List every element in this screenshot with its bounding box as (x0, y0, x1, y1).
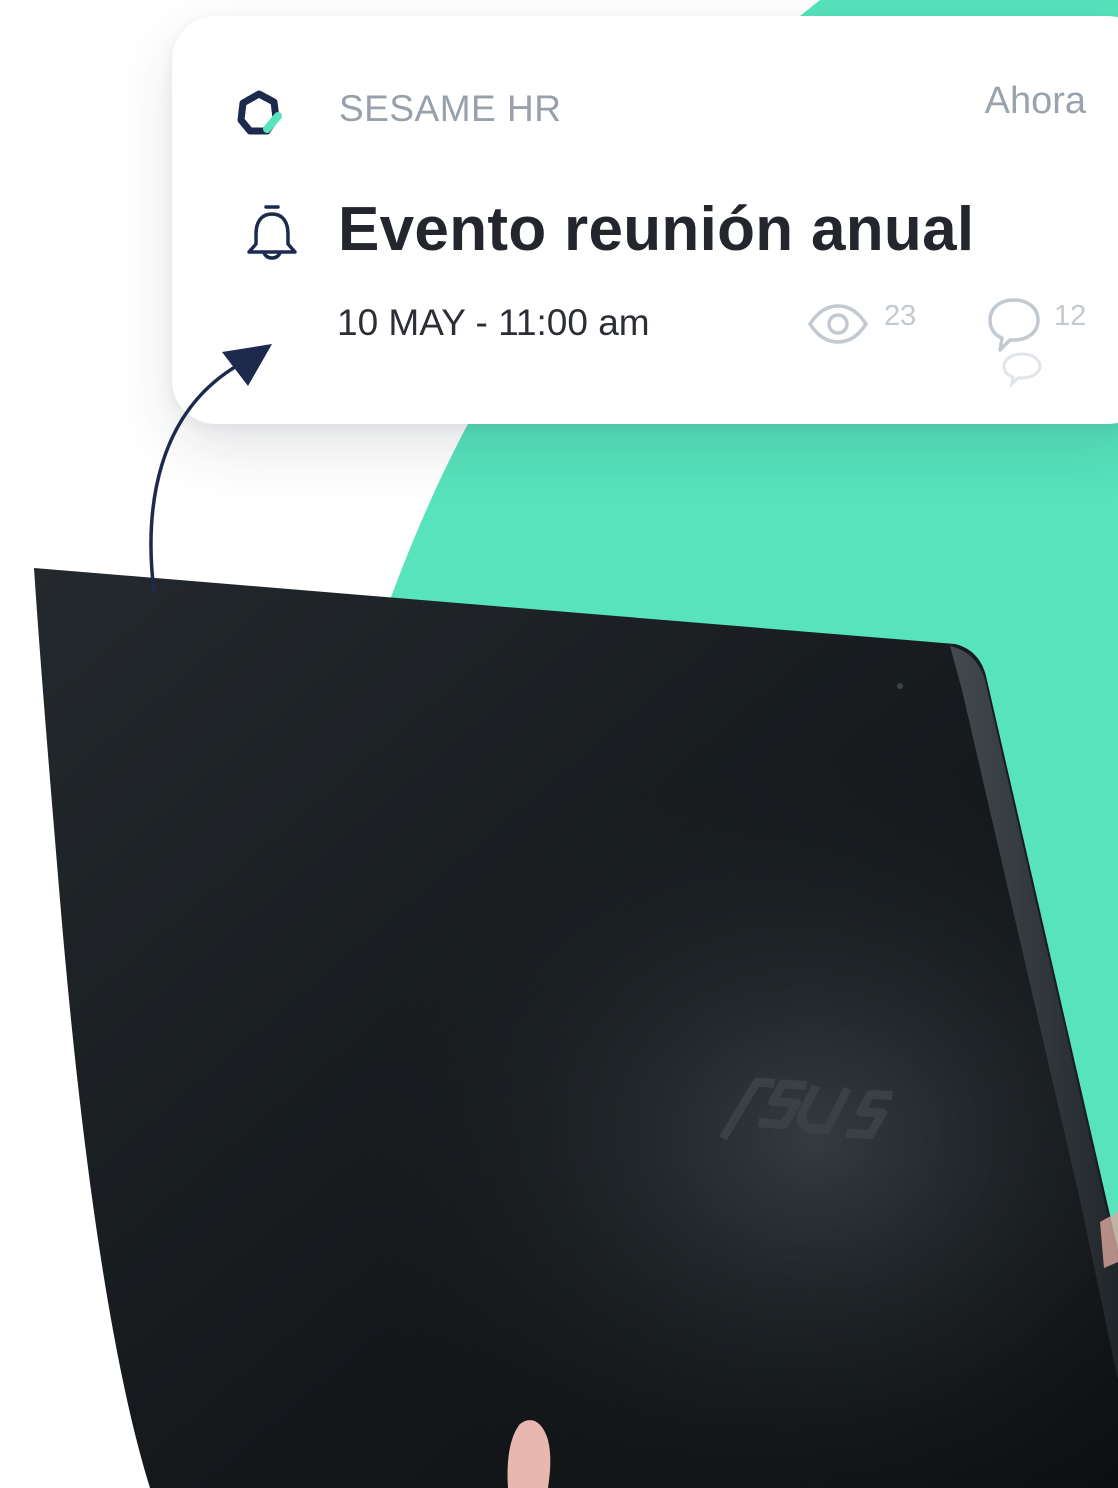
views-count: 23 (884, 300, 917, 332)
bell-icon (247, 205, 297, 260)
speech-bubble-icon (988, 298, 1042, 389)
app-name: SESAME HR (339, 88, 562, 129)
sesame-logo-icon (237, 90, 282, 135)
event-date: 10 MAY - 11:00 am (337, 302, 650, 343)
event-title: Evento reunión anual (338, 195, 975, 264)
comments-count: 12 (1054, 300, 1087, 332)
eye-icon (807, 304, 869, 344)
laptop-lid (34, 568, 1118, 1488)
curved-arrow-icon (149, 344, 272, 594)
notification-time: Ahora (984, 80, 1086, 122)
notification-card[interactable]: SESAME HR Ahora Evento reunión anual 10 … (172, 16, 1118, 424)
